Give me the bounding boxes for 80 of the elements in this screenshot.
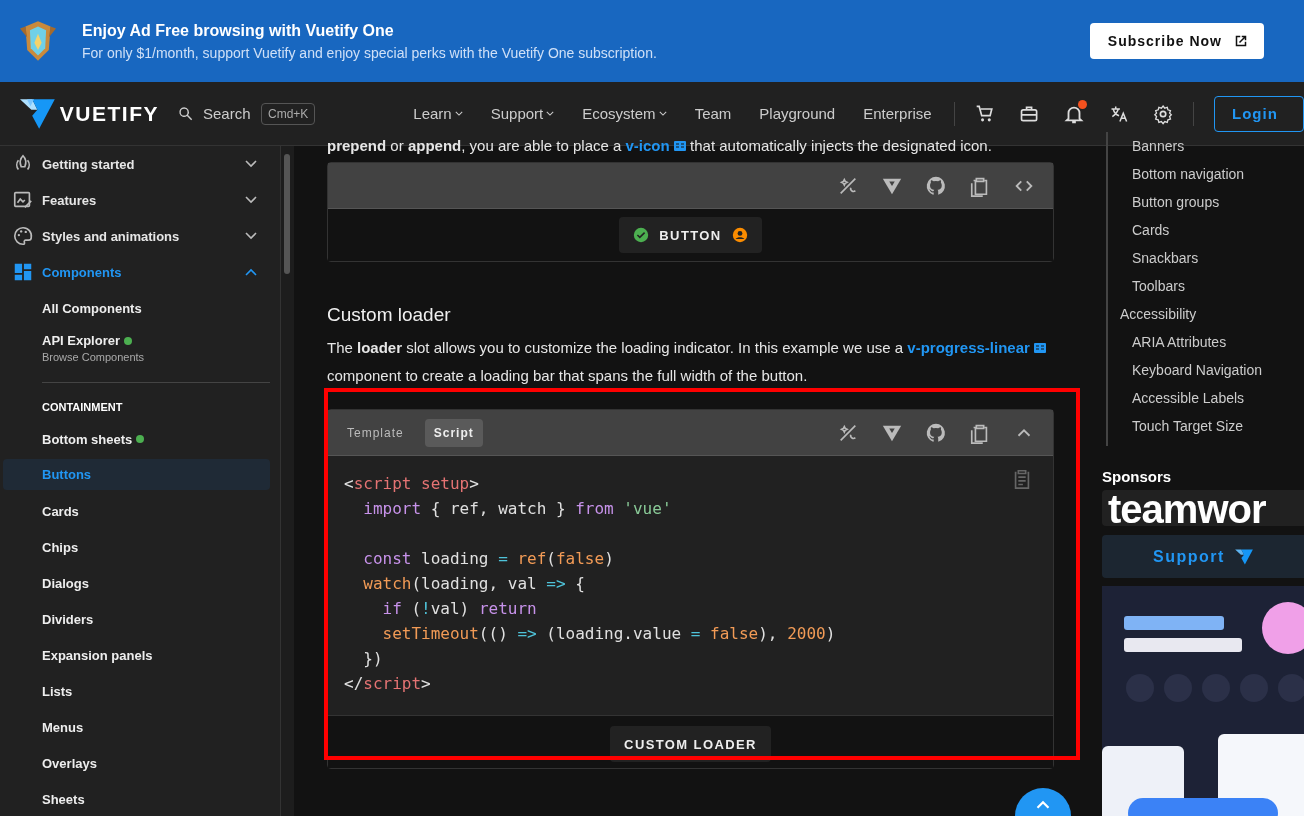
section-heading: Custom loader [327, 304, 452, 326]
search-field[interactable]: Search [203, 105, 255, 122]
toc-link[interactable]: Toolbars [1108, 272, 1304, 300]
doc-icon [673, 141, 686, 151]
nav-item[interactable]: Expansion panels [3, 637, 270, 673]
nav-link[interactable]: Ecosystem [568, 105, 681, 122]
banner-subtitle: For only $1/month, support Vuetify and enjoy special perks with the Vuetify One subscription. [82, 44, 657, 61]
nav-link[interactable]: Learn [399, 105, 477, 122]
logo-icon [1234, 548, 1253, 565]
nav-group[interactable]: Getting started [3, 146, 270, 182]
code-tab[interactable]: Template [338, 418, 413, 447]
banner-title: Enjoy Ad Free browsing with Vuetify One [82, 21, 395, 40]
nav-item[interactable]: Sheets [3, 781, 270, 816]
toc-link[interactable]: Button groups [1108, 188, 1304, 216]
sponsors-title: Sponsors [1102, 468, 1173, 485]
code-line: watch(loading, val => { [362, 573, 585, 595]
nav-item-subtitle: Browse Components [42, 351, 146, 363]
account-icon [731, 227, 748, 243]
toc-link[interactable]: Touch Target Size [1108, 412, 1304, 440]
code-line: const loading = ref(false) [362, 548, 614, 570]
logo-icon[interactable] [20, 96, 55, 131]
nav-item[interactable]: Bottom sheets [3, 421, 270, 457]
shortcut-hint: Cmd+K [261, 102, 316, 125]
demo-button[interactable]: BUTTON [619, 217, 762, 253]
description-text: The loader slot allows you to customize the loading indicator. In this example we use a v-progress-linear component to create a loading bar that spans the full width of the button. [327, 334, 1054, 390]
grid-icon [12, 261, 34, 283]
code-tab[interactable]: Script [424, 418, 483, 447]
code-line: import { ref, watch } from 'vue' [362, 498, 672, 520]
scrollbar[interactable] [284, 154, 290, 274]
section-header: CONTAINMENT [41, 401, 124, 413]
subscribe-button[interactable]: Subscribe Now [1089, 23, 1264, 59]
nav-item[interactable]: Overlays [3, 745, 270, 781]
toc-link[interactable]: Cards [1108, 216, 1304, 244]
nav-group[interactable]: Styles and animations [3, 218, 270, 254]
nav-link[interactable]: Team [680, 105, 746, 122]
toc-link[interactable]: Keyboard Navigation [1108, 356, 1304, 384]
logo-text[interactable]: VUETIFY [59, 101, 159, 126]
code-line: }) [362, 648, 383, 670]
nav-item[interactable]: Chips [3, 529, 270, 565]
nav-item[interactable]: Lists [3, 673, 270, 709]
code-line: if (!val) return [381, 598, 537, 620]
nav-link[interactable]: Enterprise [849, 105, 946, 122]
chevron-icon [245, 268, 257, 276]
toc-link[interactable]: Banners [1108, 132, 1304, 160]
github-icon [925, 174, 947, 197]
settings-icon[interactable] [1152, 102, 1174, 125]
toc-link[interactable]: Accessible Labels [1108, 384, 1304, 412]
nav-item[interactable]: Dividers [3, 601, 270, 637]
intro-text: prepend or append, you are able to place a v-icon that automatically injects the designated icon. [327, 136, 993, 156]
chevron-icon [245, 232, 257, 240]
toc-link[interactable]: Snackbars [1108, 244, 1304, 272]
nav-link[interactable]: Playground [745, 105, 850, 122]
nav-item[interactable]: Cards [3, 493, 270, 529]
check-circle-icon [633, 227, 650, 243]
search-icon [177, 104, 195, 123]
toc-link[interactable]: Accessibility [1108, 300, 1304, 328]
sponsor-logo[interactable]: teamwor [1102, 490, 1304, 527]
code-line: setTimeout(() => (loading.value = false), 2000) [381, 623, 836, 645]
nav-item[interactable]: API Explorer Browse Components [3, 326, 270, 370]
image-edit-icon [12, 189, 34, 211]
doc-link[interactable]: v-icon [625, 137, 670, 154]
chevron-icon [245, 160, 257, 168]
nav-item[interactable]: Buttons [3, 459, 270, 490]
nav-group[interactable]: Features [3, 182, 270, 218]
code-line: </script> [344, 673, 431, 695]
palette-icon [12, 225, 34, 247]
login-button[interactable]: Login [1214, 95, 1304, 132]
github-icon [925, 421, 947, 444]
nav-link[interactable]: Support [476, 105, 569, 122]
doc-icon [1034, 343, 1047, 353]
code-line: <script setup> [344, 473, 479, 495]
toc-link[interactable]: Bottom navigation [1108, 160, 1304, 188]
nav-group[interactable]: Components [3, 254, 270, 290]
doc-link[interactable]: v-progress-linear [907, 339, 1030, 356]
nav-item[interactable]: Dialogs [3, 565, 270, 601]
nav-item[interactable]: Menus [3, 709, 270, 745]
toc-link[interactable]: ARIA Attributes [1108, 328, 1304, 356]
support-button[interactable]: Support [1102, 535, 1304, 578]
nav-item[interactable]: All Components [3, 290, 270, 326]
chevron-icon [245, 196, 257, 204]
